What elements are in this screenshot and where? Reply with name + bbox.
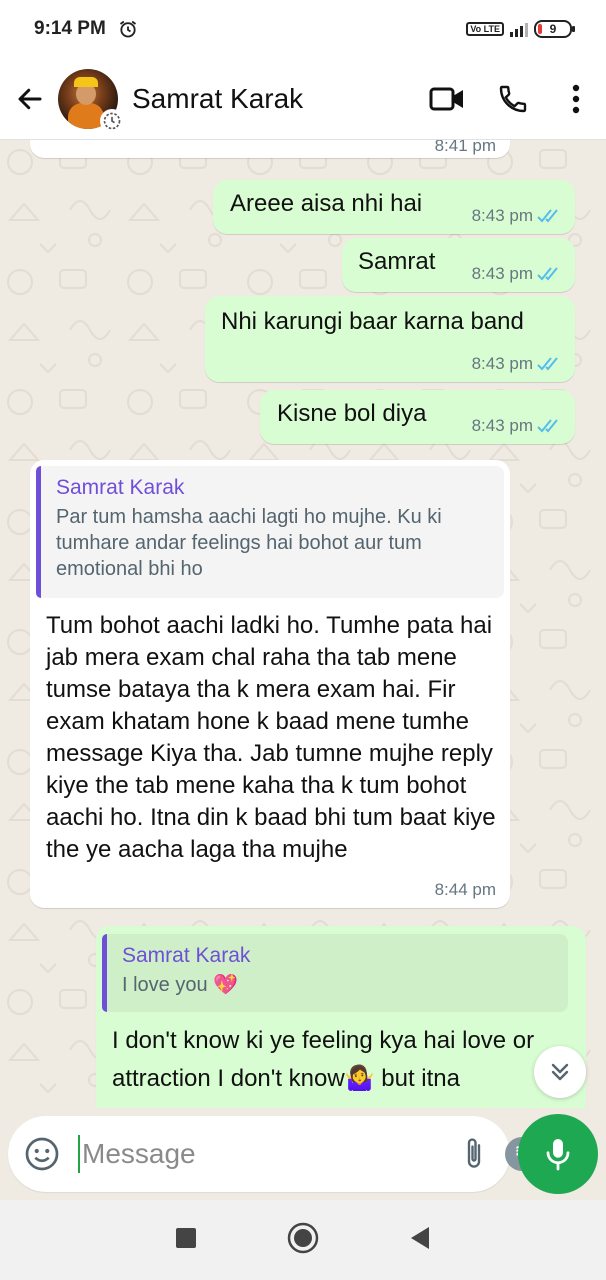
more-options-button[interactable] bbox=[546, 69, 606, 129]
message-time: 8:44 pm bbox=[434, 880, 496, 899]
contact-avatar[interactable] bbox=[58, 68, 124, 133]
quoted-text: I love you 💖 bbox=[122, 974, 239, 996]
message-input-box: ₹ bbox=[8, 1116, 588, 1192]
emoji-button[interactable] bbox=[24, 1134, 60, 1174]
battery-level: 9 bbox=[549, 22, 557, 36]
back-arrow-icon bbox=[18, 88, 42, 109]
scroll-to-bottom-button[interactable] bbox=[534, 1046, 586, 1098]
quoted-message[interactable]: Samrat Karak I love you 💖 bbox=[102, 934, 568, 1012]
quoted-sender: Samrat Karak bbox=[122, 944, 251, 967]
quoted-sender: Samrat Karak bbox=[56, 476, 185, 499]
back-button[interactable] bbox=[2, 69, 58, 129]
message-text: I don't know ki ye feeling kya hai love … bbox=[112, 1027, 535, 1092]
message-time: 8:43 pm bbox=[471, 354, 533, 373]
status-time: 9:14 PM bbox=[34, 18, 106, 39]
video-call-icon bbox=[429, 87, 463, 110]
chat-area[interactable]: 8:41 pm Areee aisa nhi hai 8:43 pm Samra… bbox=[0, 140, 606, 1108]
double-check-icon bbox=[537, 267, 558, 281]
message-outgoing[interactable]: Nhi karungi baar karna band 8:43 pm bbox=[205, 296, 575, 382]
message-input[interactable] bbox=[78, 1135, 443, 1173]
emoji-icon bbox=[25, 1137, 59, 1171]
chevron-double-down-icon bbox=[551, 1063, 569, 1081]
quoted-text: Par tum hamsha aachi lagti ho mujhe. Ku … bbox=[56, 506, 442, 580]
status-indicators: Vo LTE 9 bbox=[466, 20, 575, 38]
message-text: Samrat bbox=[358, 248, 436, 275]
double-check-icon bbox=[537, 419, 558, 433]
chat-header: Samrat Karak bbox=[0, 58, 606, 140]
more-options-icon bbox=[572, 84, 580, 113]
video-call-button[interactable] bbox=[414, 69, 480, 129]
nav-home-icon bbox=[287, 1222, 319, 1253]
message-outgoing[interactable]: Areee aisa nhi hai 8:43 pm bbox=[213, 180, 575, 234]
nav-back-icon bbox=[411, 1226, 429, 1249]
mic-icon bbox=[546, 1139, 570, 1171]
message-outgoing-reply[interactable]: Samrat Karak I love you 💖 I don't know k… bbox=[96, 926, 586, 1108]
message-incoming-reply[interactable]: Samrat Karak Par tum hamsha aachi lagti … bbox=[30, 460, 510, 908]
contact-name[interactable]: Samrat Karak bbox=[132, 83, 414, 115]
message-time: 8:43 pm bbox=[471, 206, 533, 225]
battery-icon: 9 bbox=[534, 20, 575, 38]
message-outgoing[interactable]: Kisne bol diya 8:43 pm bbox=[260, 390, 575, 444]
message-composer: ₹ bbox=[0, 1108, 606, 1200]
attach-icon bbox=[467, 1138, 481, 1168]
message-text: Kisne bol diya bbox=[277, 400, 427, 427]
message-incoming-partial[interactable]: 8:41 pm bbox=[30, 140, 510, 158]
nav-recents-button[interactable] bbox=[175, 1227, 197, 1254]
message-text: Areee aisa nhi hai bbox=[230, 190, 423, 217]
alarm-icon bbox=[119, 20, 136, 38]
message-outgoing[interactable]: Samrat 8:43 pm bbox=[342, 238, 575, 292]
voice-call-icon bbox=[499, 85, 527, 112]
message-time: 8:43 pm bbox=[471, 416, 533, 435]
message-time: 8:43 pm bbox=[471, 264, 533, 283]
message-text: Nhi karungi baar karna band bbox=[221, 308, 524, 335]
voice-message-button[interactable] bbox=[518, 1114, 598, 1194]
quoted-message[interactable]: Samrat Karak Par tum hamsha aachi lagti … bbox=[36, 466, 504, 598]
message-text: Tum bohot aachi ladki ho. Tumhe pata hai… bbox=[46, 612, 496, 863]
system-navigation-bar bbox=[0, 1200, 606, 1280]
nav-recents-icon bbox=[176, 1227, 196, 1248]
disappearing-timer-icon bbox=[100, 108, 124, 133]
signal-icon bbox=[510, 21, 528, 37]
double-check-icon bbox=[537, 357, 558, 371]
nav-back-button[interactable] bbox=[409, 1225, 431, 1256]
attach-button[interactable] bbox=[459, 1134, 489, 1174]
nav-home-button[interactable] bbox=[287, 1222, 319, 1259]
message-time: 8:41 pm bbox=[434, 140, 496, 155]
volte-badge: Vo LTE bbox=[466, 22, 504, 36]
voice-call-button[interactable] bbox=[480, 69, 546, 129]
double-check-icon bbox=[537, 209, 558, 223]
status-bar: 9:14 PM Vo LTE 9 bbox=[0, 0, 606, 58]
